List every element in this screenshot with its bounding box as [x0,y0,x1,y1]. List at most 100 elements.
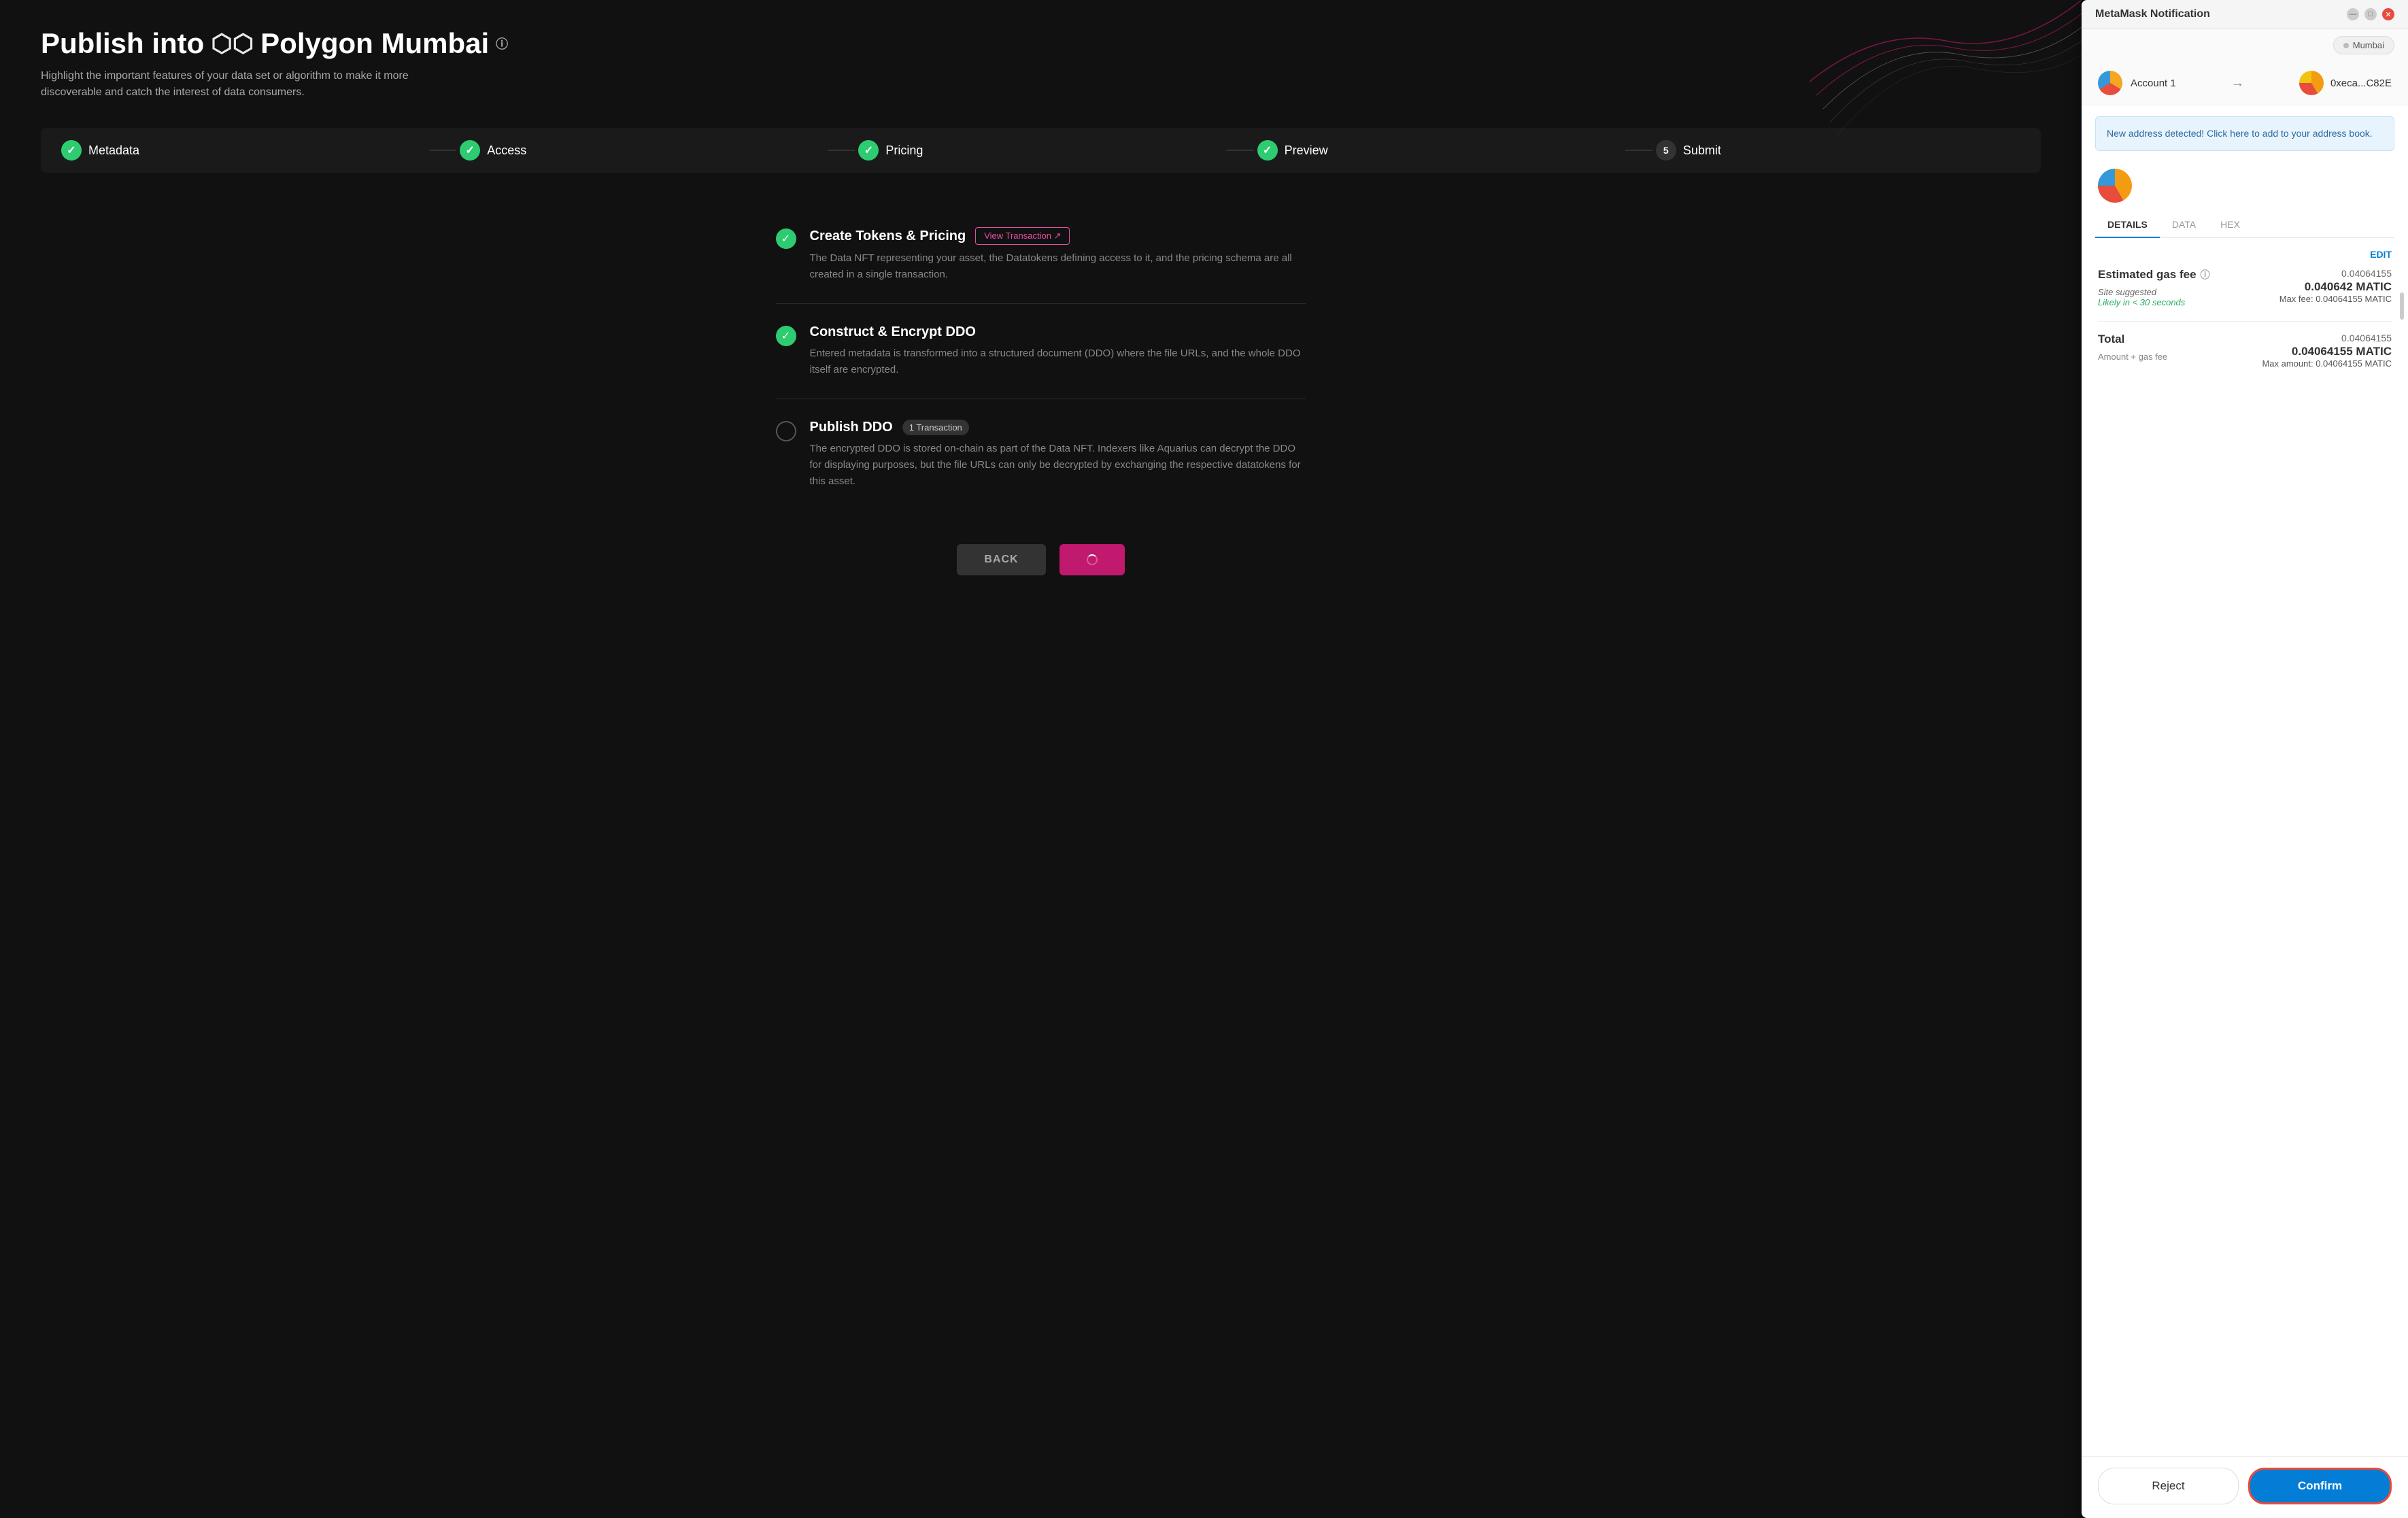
mm-tab-data[interactable]: DATA [2160,212,2208,238]
mm-total-small: 0.04064155 [2262,333,2392,343]
mm-gas-fee-main: 0.040642 MATIC [2279,280,2392,294]
mm-total-row: Total Amount + gas fee 0.04064155 0.0406… [2098,333,2392,369]
mm-reject-button[interactable]: Reject [2098,1468,2239,1504]
mm-account-name: Account 1 [2131,78,2176,89]
section-desc-publish-ddo: The encrypted DDO is stored on-chain as … [810,441,1306,490]
steps-bar: ✓ Metadata ✓ Access ✓ Pricing ✓ Preview … [41,128,2041,173]
content-area: ✓ Create Tokens & Pricing View Transacti… [776,207,1306,510]
section-content-create-tokens: Create Tokens & Pricing View Transaction… [810,227,1306,283]
mm-divider [2098,321,2392,322]
mm-total-section: Total Amount + gas fee 0.04064155 0.0406… [2098,333,2392,369]
mm-scrollbar[interactable] [2400,292,2404,320]
deco-lines [1810,0,2082,136]
mm-gas-fee-row: Estimated gas fee ⓘ Site suggested Likel… [2098,268,2392,307]
bottom-bar: BACK [41,544,2041,575]
back-button[interactable]: BACK [957,544,1045,575]
step-label-submit: Submit [1683,144,1721,158]
mm-close-button[interactable]: ✕ [2382,8,2394,20]
step-label-pricing: Pricing [885,144,923,158]
mm-avatar-from [2098,71,2122,95]
mm-arrow-icon: → [2231,75,2244,91]
step-submit[interactable]: 5 Submit [1656,140,2020,161]
page-subtitle: Highlight the important features of your… [41,68,449,101]
view-transaction-button[interactable]: View Transaction ↗ [975,227,1070,245]
mm-total-main: 0.04064155 MATIC [2262,345,2392,358]
section-icon-create-tokens: ✓ [776,229,796,249]
page-title: Publish into ⬡⬡ Polygon Mumbai ⓘ [41,27,2041,60]
mm-action-buttons: Reject Confirm [2082,1456,2408,1518]
mm-account-to: 0xeca...C82E [2299,71,2392,95]
section-desc-create-tokens: The Data NFT representing your asset, th… [810,250,1306,283]
next-button[interactable] [1059,544,1125,575]
mm-tab-details[interactable]: DETAILS [2095,212,2160,238]
mm-maximize-button[interactable]: □ [2364,8,2377,20]
mm-edit-button[interactable]: EDIT [2370,249,2392,260]
mm-gas-fee-max: Max fee: 0.04064155 MATIC [2279,294,2392,304]
section-create-tokens: ✓ Create Tokens & Pricing View Transacti… [776,207,1306,304]
mm-window-buttons: — □ ✕ [2347,8,2394,20]
mm-account-row: Account 1 → 0xeca...C82E [2082,61,2408,105]
section-title-publish-ddo: Publish DDO [810,420,893,435]
step-sep-2 [828,150,855,151]
network-dot [2343,43,2349,48]
step-label-access: Access [487,144,526,158]
step-icon-access: ✓ [460,140,480,161]
step-sep-3 [1227,150,1254,151]
polygon-icon: ⬡⬡ [211,29,254,58]
section-construct-ddo: ✓ Construct & Encrypt DDO Entered metada… [776,304,1306,399]
mm-gas-fee-meta: Site suggested Likely in < 30 seconds [2098,287,2210,307]
mm-tab-hex[interactable]: HEX [2208,212,2252,238]
step-metadata[interactable]: ✓ Metadata [61,140,426,161]
mm-total-label: Total [2098,333,2167,346]
section-icon-publish-ddo [776,421,796,441]
mm-tabs: DETAILS DATA HEX [2095,212,2394,238]
mm-gas-fee-left: Estimated gas fee ⓘ Site suggested Likel… [2098,268,2210,307]
mm-account-from: Account 1 [2098,71,2176,95]
mm-total-left: Total Amount + gas fee [2098,333,2167,362]
mm-dest-address: 0xeca...C82E [2330,78,2392,89]
mm-body: EDIT Estimated gas fee ⓘ Site suggested … [2082,238,2408,1456]
step-label-metadata: Metadata [88,144,139,158]
loading-spinner [1087,554,1098,565]
mm-gas-fee-label: Estimated gas fee ⓘ [2098,268,2210,282]
mm-confirm-button[interactable]: Confirm [2248,1468,2392,1504]
section-title-create-tokens: Create Tokens & Pricing [810,229,966,244]
mm-minimize-button[interactable]: — [2347,8,2359,20]
mm-total-meta: Amount + gas fee [2098,352,2167,362]
info-icon-gas: ⓘ [2201,268,2210,282]
mm-dapp-logo [2098,169,2132,203]
step-pricing[interactable]: ✓ Pricing [858,140,1223,161]
mm-total-max: Max amount: 0.04064155 MATIC [2262,358,2392,369]
section-title-construct-ddo: Construct & Encrypt DDO [810,324,976,340]
mm-title: MetaMask Notification [2095,8,2210,20]
section-content-construct-ddo: Construct & Encrypt DDO Entered metadata… [810,324,1306,378]
mm-titlebar: MetaMask Notification — □ ✕ [2082,0,2408,29]
section-publish-ddo: Publish DDO 1 Transaction The encrypted … [776,399,1306,510]
step-label-preview: Preview [1285,144,1328,158]
mm-avatar-to [2299,71,2324,95]
mm-logo-area [2082,162,2408,203]
step-sep-1 [429,150,456,151]
section-title-row-construct-ddo: Construct & Encrypt DDO [810,324,1306,340]
main-panel: Publish into ⬡⬡ Polygon Mumbai ⓘ Highlig… [0,0,2082,1518]
mm-total-values: 0.04064155 0.04064155 MATIC Max amount: … [2262,333,2392,369]
step-icon-metadata: ✓ [61,140,82,161]
section-content-publish-ddo: Publish DDO 1 Transaction The encrypted … [810,420,1306,490]
section-title-row-create-tokens: Create Tokens & Pricing View Transaction… [810,227,1306,245]
transaction-badge: 1 Transaction [902,420,969,435]
mm-total-sublabel: Amount + gas fee [2098,352,2167,362]
info-icon[interactable]: ⓘ [496,35,508,52]
section-icon-construct-ddo: ✓ [776,326,796,346]
metamask-panel: MetaMask Notification — □ ✕ Mumbai Accou… [2082,0,2408,1518]
mm-site-suggested: Site suggested [2098,287,2210,297]
step-icon-pricing: ✓ [858,140,879,161]
mm-edit-row: EDIT [2098,249,2392,260]
step-preview[interactable]: ✓ Preview [1257,140,1622,161]
mm-notice[interactable]: New address detected! Click here to add … [2095,116,2394,151]
mm-likely-time: Likely in < 30 seconds [2098,297,2210,307]
section-desc-construct-ddo: Entered metadata is transformed into a s… [810,345,1306,378]
step-sep-4 [1625,150,1652,151]
mm-gas-fee-values: 0.04064155 0.040642 MATIC Max fee: 0.040… [2279,268,2392,304]
step-access[interactable]: ✓ Access [460,140,824,161]
network-badge[interactable]: Mumbai [2333,36,2394,54]
